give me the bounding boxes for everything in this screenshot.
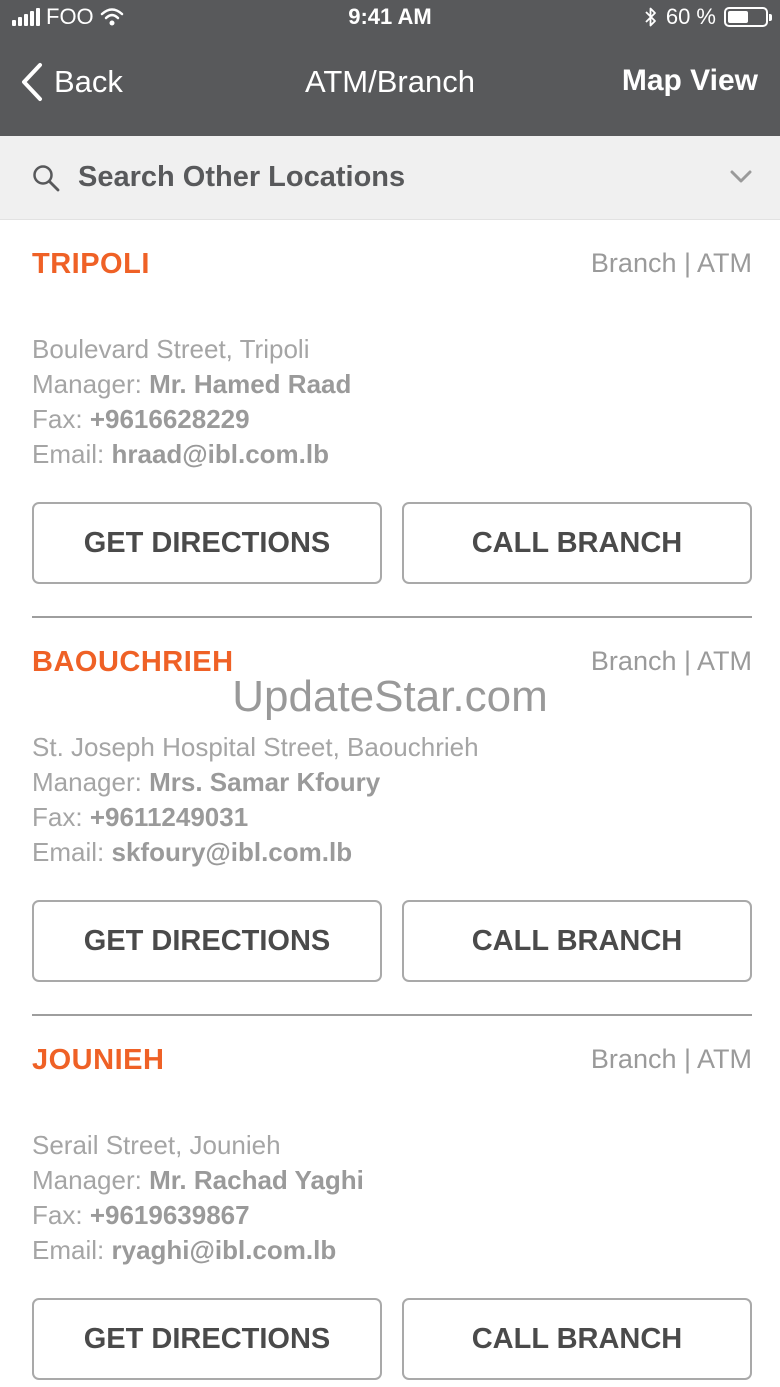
branch-email-row: Email: hraad@ibl.com.lb xyxy=(32,437,351,472)
manager-label: Manager: xyxy=(32,369,142,399)
search-other-locations-dropdown[interactable]: Search Other Locations xyxy=(0,136,780,220)
watermark: UpdateStar.com xyxy=(232,672,548,721)
fax-label: Fax: xyxy=(32,802,83,832)
manager-label: Manager: xyxy=(32,1165,142,1195)
branch-details: St. Joseph Hospital Street, Baouchrieh M… xyxy=(32,730,479,870)
battery-icon xyxy=(724,7,772,27)
search-icon xyxy=(33,165,60,192)
branch-name: BAOUCHRIEH xyxy=(32,646,234,678)
battery-fill xyxy=(728,11,748,23)
status-bar: FOO 9:41 AM 60 % xyxy=(0,0,780,34)
branch-fax-row: Fax: +9616628229 xyxy=(32,402,351,437)
call-branch-button[interactable]: CALL BRANCH xyxy=(402,1298,752,1380)
branch-email-row: Email: ryaghi@ibl.com.lb xyxy=(32,1233,364,1268)
branch-type: Branch | ATM xyxy=(590,248,752,278)
battery-percent: 60 % xyxy=(665,4,716,29)
fax-label: Fax: xyxy=(32,404,83,434)
email-label: Email: xyxy=(32,837,105,867)
map-view-button[interactable]: Map View xyxy=(622,64,758,98)
fax-number: +9616628229 xyxy=(89,404,250,434)
branch-fax-row: Fax: +9619639867 xyxy=(32,1198,364,1233)
branch-type: Branch | ATM xyxy=(590,1044,752,1074)
manager-name: Mrs. Samar Kfoury xyxy=(149,767,381,797)
email-label: Email: xyxy=(32,1235,105,1265)
fax-number: +9619639867 xyxy=(89,1200,250,1230)
get-directions-button[interactable]: GET DIRECTIONS xyxy=(32,900,382,982)
call-branch-button[interactable]: CALL BRANCH xyxy=(402,900,752,982)
branch-name: TRIPOLI xyxy=(32,248,150,280)
email-address: skfoury@ibl.com.lb xyxy=(111,837,353,867)
email-label: Email: xyxy=(32,439,105,469)
status-right: 60 % xyxy=(644,4,772,30)
branch-manager-row: Manager: Mrs. Samar Kfoury xyxy=(32,765,479,800)
branch-type: Branch | ATM xyxy=(590,646,752,676)
email-address: hraad@ibl.com.lb xyxy=(111,439,329,469)
branch-name: JOUNIEH xyxy=(32,1044,165,1076)
branch-email-row: Email: skfoury@ibl.com.lb xyxy=(32,835,479,870)
manager-name: Mr. Rachad Yaghi xyxy=(149,1165,364,1195)
chevron-down-icon xyxy=(730,170,752,183)
bluetooth-icon xyxy=(645,7,656,27)
search-label: Search Other Locations xyxy=(78,161,406,193)
card-divider xyxy=(32,1014,752,1016)
card-divider xyxy=(32,616,752,618)
branch-address: St. Joseph Hospital Street, Baouchrieh xyxy=(32,732,479,762)
fax-number: +9611249031 xyxy=(89,802,249,832)
get-directions-button[interactable]: GET DIRECTIONS xyxy=(32,502,382,584)
call-branch-button[interactable]: CALL BRANCH xyxy=(402,502,752,584)
manager-label: Manager: xyxy=(32,767,142,797)
branch-address: Serail Street, Jounieh xyxy=(32,1130,281,1160)
branch-details: Boulevard Street, Tripoli Manager: Mr. H… xyxy=(32,332,351,472)
branch-fax-row: Fax: +9611249031 xyxy=(32,800,479,835)
branch-details: Serail Street, Jounieh Manager: Mr. Rach… xyxy=(32,1128,364,1268)
email-address: ryaghi@ibl.com.lb xyxy=(111,1235,337,1265)
get-directions-button[interactable]: GET DIRECTIONS xyxy=(32,1298,382,1380)
navigation-bar: Back ATM/Branch Map View xyxy=(0,34,780,136)
top-bar: FOO 9:41 AM 60 % Back ATM/Branch Map Vie… xyxy=(0,0,780,136)
branch-address: Boulevard Street, Tripoli xyxy=(32,334,310,364)
fax-label: Fax: xyxy=(32,1200,83,1230)
manager-name: Mr. Hamed Raad xyxy=(149,369,352,399)
branch-manager-row: Manager: Mr. Rachad Yaghi xyxy=(32,1163,364,1198)
branch-manager-row: Manager: Mr. Hamed Raad xyxy=(32,367,351,402)
